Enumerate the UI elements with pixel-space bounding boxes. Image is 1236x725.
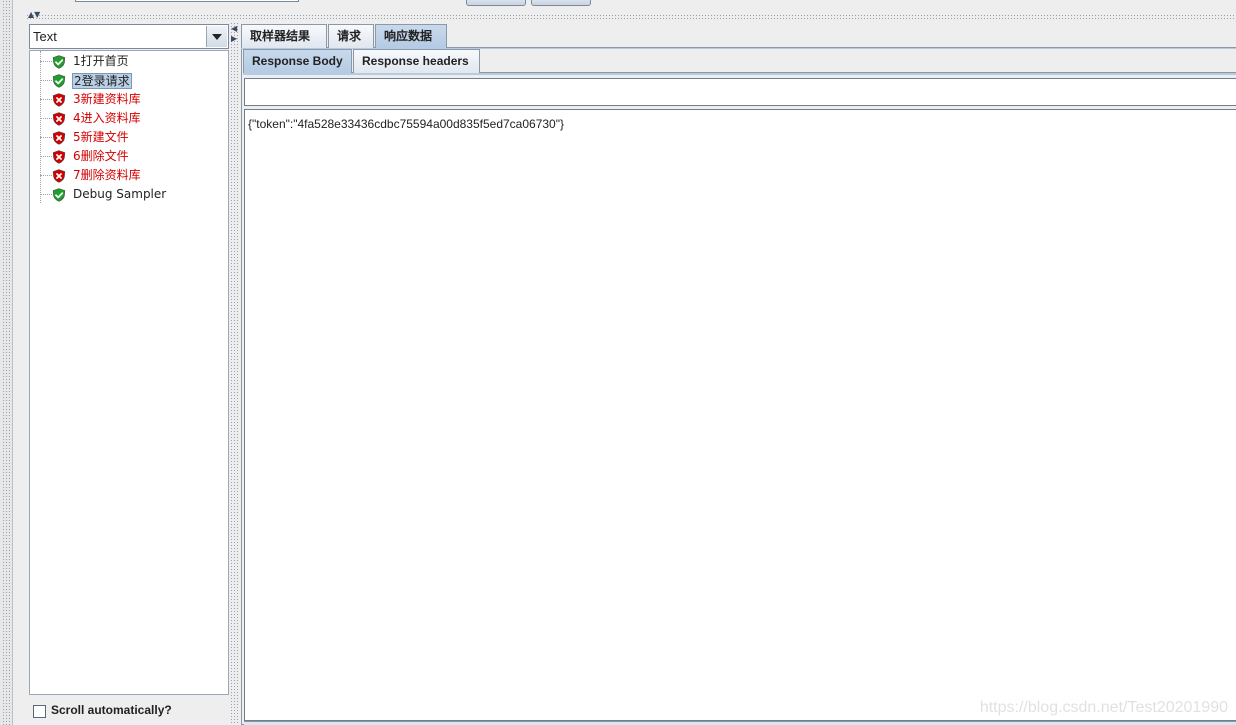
renderer-select[interactable]: Text bbox=[29, 24, 229, 49]
sub-tab-bar: Response Body Response headers bbox=[243, 49, 1236, 75]
bottom-edge bbox=[244, 721, 1236, 725]
tree-item-label: 2登录请求 bbox=[72, 73, 132, 89]
tab-main-1[interactable]: 请求 bbox=[328, 24, 374, 48]
renderer-select-value: Text bbox=[33, 29, 57, 44]
top-partial-button-1[interactable] bbox=[466, 0, 526, 6]
tree-connector bbox=[40, 137, 52, 138]
tree-item[interactable]: 3新建资料库 bbox=[30, 90, 228, 109]
tree-item[interactable]: 7删除资料库 bbox=[30, 166, 228, 185]
split-collapse-arrows-icon[interactable]: ▲▼ bbox=[28, 11, 40, 19]
scroll-automatically-option[interactable]: Scroll automatically? bbox=[29, 696, 229, 725]
tree-item-label: 5新建文件 bbox=[73, 130, 129, 144]
tree-item[interactable]: 5新建文件 bbox=[30, 128, 228, 147]
tree-connector bbox=[40, 118, 52, 119]
tree-item[interactable]: 1打开首页 bbox=[30, 52, 228, 71]
tab-sub-1[interactable]: Response headers bbox=[353, 49, 480, 73]
shield-check-icon bbox=[52, 55, 66, 69]
tree-item-label: 3新建资料库 bbox=[73, 92, 141, 106]
tree-item-label: 4进入资料库 bbox=[73, 111, 141, 125]
shield-x-icon bbox=[52, 150, 66, 164]
results-tree[interactable]: 1打开首页 2登录请求 3新建资料库 4进入资料库 5新建文件 6删除文件 7删除资料库 De… bbox=[29, 50, 229, 695]
collapse-left-arrow-icon[interactable]: ◀ bbox=[231, 25, 237, 33]
tab-main-2[interactable]: 响应数据 bbox=[375, 24, 447, 48]
tree-item[interactable]: 2登录请求 bbox=[30, 71, 228, 90]
tree-item-label: 1打开首页 bbox=[73, 54, 129, 68]
tree-item[interactable]: Debug Sampler bbox=[30, 185, 228, 204]
tree-connector bbox=[40, 61, 52, 62]
tree-item-label: Debug Sampler bbox=[73, 187, 167, 201]
tree-connector bbox=[40, 175, 52, 176]
tree-item[interactable]: 6删除文件 bbox=[30, 147, 228, 166]
shield-x-icon bbox=[52, 93, 66, 107]
left-rail bbox=[0, 0, 13, 725]
tree-item-label: 7删除资料库 bbox=[73, 168, 141, 182]
left-rail-grip bbox=[2, 0, 11, 725]
tree-connector bbox=[40, 99, 52, 100]
shield-check-icon bbox=[52, 74, 66, 88]
tree-connector bbox=[40, 156, 52, 157]
tree-connector bbox=[40, 80, 52, 81]
tab-main-0[interactable]: 取样器结果 bbox=[241, 24, 327, 48]
response-panel: 取样器结果 请求 响应数据 Response Body Response header… bbox=[239, 22, 1236, 725]
tree-connector bbox=[40, 194, 52, 195]
main-tab-bar: 取样器结果 请求 响应数据 bbox=[241, 24, 1236, 49]
shield-check-icon bbox=[52, 188, 66, 202]
watermark: https://blog.csdn.net/Test20201990 bbox=[979, 699, 1228, 716]
collapse-right-arrow-icon[interactable]: ▶ bbox=[231, 35, 237, 43]
tree-item-label: 6删除文件 bbox=[73, 149, 129, 163]
shield-x-icon bbox=[52, 112, 66, 126]
response-body-area[interactable]: {"token":"4fa528e33436cdbc75594a00d835f5… bbox=[244, 109, 1236, 721]
response-body-text: {"token":"4fa528e33436cdbc75594a00d835f5… bbox=[248, 117, 564, 131]
horizontal-split-divider[interactable] bbox=[26, 14, 1236, 21]
scroll-automatically-label: Scroll automatically? bbox=[51, 703, 172, 717]
tab-sub-0[interactable]: Response Body bbox=[243, 49, 352, 73]
scroll-automatically-checkbox[interactable] bbox=[33, 705, 46, 718]
shield-x-icon bbox=[52, 169, 66, 183]
vertical-split-divider[interactable]: ◀ ▶ bbox=[230, 22, 239, 725]
results-tree-panel: Text 1打开首页 2登录请求 3新建资料库 4进入资料库 5新建文件 6删除文件 7删除… bbox=[27, 22, 230, 725]
shield-x-icon bbox=[52, 131, 66, 145]
top-partial-field[interactable] bbox=[75, 0, 299, 2]
tree-item[interactable]: 4进入资料库 bbox=[30, 109, 228, 128]
top-partial-button-2[interactable] bbox=[531, 0, 591, 6]
search-input[interactable] bbox=[244, 78, 1236, 106]
chevron-down-icon[interactable] bbox=[206, 26, 227, 47]
